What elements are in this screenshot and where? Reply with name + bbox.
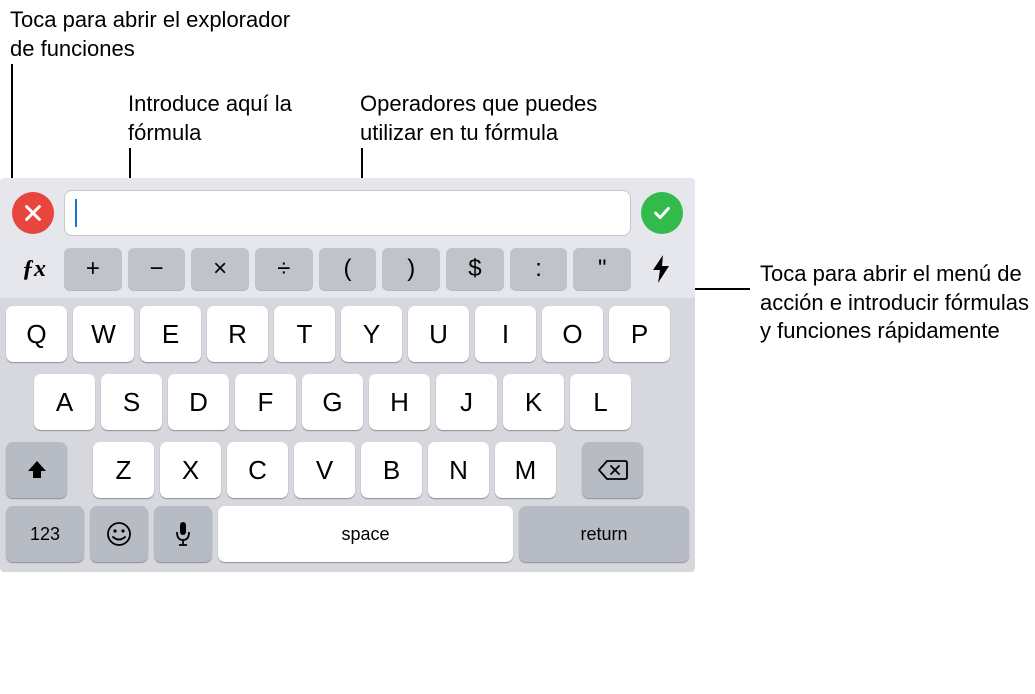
- operator-colon[interactable]: :: [510, 248, 568, 290]
- shift-key[interactable]: [6, 442, 67, 498]
- key-e[interactable]: E: [140, 306, 201, 362]
- cancel-button[interactable]: [12, 192, 54, 234]
- key-t[interactable]: T: [274, 306, 335, 362]
- key-c[interactable]: C: [227, 442, 288, 498]
- quick-action-button[interactable]: [637, 248, 685, 290]
- operator-row: ƒx + − × ÷ ( ) $ : ": [0, 244, 695, 298]
- operator-paren-close[interactable]: ): [382, 248, 440, 290]
- key-v[interactable]: V: [294, 442, 355, 498]
- backspace-icon: [598, 459, 628, 481]
- key-s[interactable]: S: [101, 374, 162, 430]
- operator-dollar[interactable]: $: [446, 248, 504, 290]
- backspace-key[interactable]: [582, 442, 643, 498]
- numeric-switch-key[interactable]: 123: [6, 506, 84, 562]
- space-key[interactable]: space: [218, 506, 513, 562]
- callout-operators: Operadores que puedes utilizar en tu fór…: [360, 90, 650, 147]
- operator-paren-open[interactable]: (: [319, 248, 377, 290]
- formula-input[interactable]: [64, 190, 631, 236]
- close-icon: [22, 202, 44, 224]
- key-p[interactable]: P: [609, 306, 670, 362]
- operator-plus[interactable]: +: [64, 248, 122, 290]
- lightning-icon: [649, 254, 673, 284]
- check-icon: [651, 202, 673, 224]
- key-g[interactable]: G: [302, 374, 363, 430]
- function-browser-button[interactable]: ƒx: [10, 248, 58, 290]
- key-b[interactable]: B: [361, 442, 422, 498]
- key-l[interactable]: L: [570, 374, 631, 430]
- callout-fx: Toca para abrir el explorador de funcion…: [10, 6, 310, 63]
- key-q[interactable]: Q: [6, 306, 67, 362]
- emoji-key[interactable]: [90, 506, 148, 562]
- key-y[interactable]: Y: [341, 306, 402, 362]
- key-o[interactable]: O: [542, 306, 603, 362]
- formula-bar: [0, 178, 695, 244]
- operator-divide[interactable]: ÷: [255, 248, 313, 290]
- key-row-2: A S D F G H J K L: [0, 366, 695, 434]
- key-r[interactable]: R: [207, 306, 268, 362]
- leader-bolt: [688, 288, 750, 290]
- key-w[interactable]: W: [73, 306, 134, 362]
- shift-icon: [25, 458, 49, 482]
- operator-multiply[interactable]: ×: [191, 248, 249, 290]
- key-x[interactable]: X: [160, 442, 221, 498]
- dictation-key[interactable]: [154, 506, 212, 562]
- key-n[interactable]: N: [428, 442, 489, 498]
- formula-keyboard: ƒx + − × ÷ ( ) $ : " Q W E R T Y U I O P…: [0, 178, 695, 572]
- key-row-1: Q W E R T Y U I O P: [0, 298, 695, 366]
- callout-formula: Introduce aquí la fórmula: [128, 90, 348, 147]
- key-row-3: Z X C V B N M: [0, 434, 695, 502]
- fx-icon: ƒx: [22, 256, 46, 283]
- accept-button[interactable]: [641, 192, 683, 234]
- callout-bolt: Toca para abrir el menú de acción e intr…: [760, 260, 1030, 346]
- mic-icon: [174, 520, 192, 548]
- key-k[interactable]: K: [503, 374, 564, 430]
- return-key[interactable]: return: [519, 506, 689, 562]
- emoji-icon: [105, 520, 133, 548]
- key-row-bottom: 123 space return: [0, 502, 695, 572]
- key-f[interactable]: F: [235, 374, 296, 430]
- operator-quote[interactable]: ": [573, 248, 631, 290]
- key-d[interactable]: D: [168, 374, 229, 430]
- text-cursor: [75, 199, 77, 227]
- key-i[interactable]: I: [475, 306, 536, 362]
- key-h[interactable]: H: [369, 374, 430, 430]
- operator-minus[interactable]: −: [128, 248, 186, 290]
- key-a[interactable]: A: [34, 374, 95, 430]
- key-u[interactable]: U: [408, 306, 469, 362]
- key-m[interactable]: M: [495, 442, 556, 498]
- key-j[interactable]: J: [436, 374, 497, 430]
- key-z[interactable]: Z: [93, 442, 154, 498]
